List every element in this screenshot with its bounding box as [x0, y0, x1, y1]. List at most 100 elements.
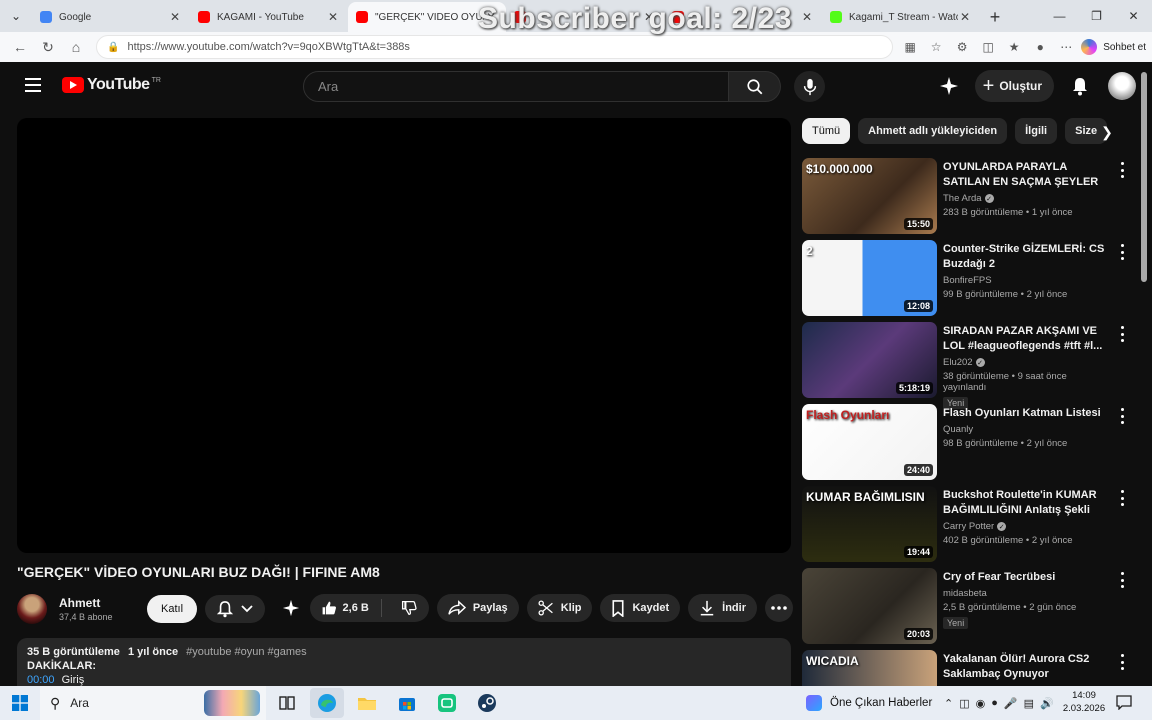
more-options-icon[interactable]: [1118, 572, 1126, 588]
notifications-icon[interactable]: [1116, 694, 1132, 710]
ask-sparkle-icon[interactable]: [280, 597, 302, 619]
split-screen-icon[interactable]: ◫: [977, 36, 999, 58]
recommended-video[interactable]: Flash Oyunları 24:40 Flash Oyunları Katman…: [802, 404, 1132, 486]
more-options-icon[interactable]: [1118, 490, 1126, 506]
create-button[interactable]: + Oluştur: [974, 70, 1054, 102]
microphone-tray-icon[interactable]: 🎤: [1004, 697, 1018, 710]
menu-icon[interactable]: [25, 78, 41, 92]
volume-icon[interactable]: 🔊: [1040, 697, 1054, 710]
recommended-title[interactable]: SIRADAN PAZAR AKŞAMI VE LOL #leagueofleg…: [943, 324, 1108, 354]
recommended-channel[interactable]: midasbeta: [943, 588, 987, 599]
video-thumbnail[interactable]: KUMAR BAĞIMLISIN 19:44: [802, 486, 937, 562]
recommended-title[interactable]: Buckshot Roulette'in KUMAR BAĞIMLILIĞINI…: [943, 488, 1108, 518]
browser-tab[interactable]: Kagami_T Stream - Watch ✕: [822, 2, 980, 32]
url-field[interactable]: 🔒 https://www.youtube.com/watch?v=9qoXBW…: [96, 35, 894, 59]
recommended-channel[interactable]: Elu202: [943, 357, 973, 368]
new-tab-button[interactable]: +: [980, 2, 1010, 32]
sparkle-icon[interactable]: [933, 70, 965, 102]
more-options-icon[interactable]: [1118, 326, 1126, 342]
file-explorer-icon[interactable]: [350, 688, 384, 718]
youtube-logo[interactable]: YouTube TR: [62, 76, 161, 94]
download-button[interactable]: İndir: [688, 594, 757, 622]
tray-app-icon[interactable]: ◫: [959, 697, 969, 710]
video-thumbnail[interactable]: 2 12:08: [802, 240, 937, 316]
extensions-icon[interactable]: ⚙: [951, 36, 973, 58]
more-options-icon[interactable]: [1118, 162, 1126, 178]
dislike-button[interactable]: [389, 600, 429, 616]
taskbar-search[interactable]: ⚲ Ara: [40, 686, 266, 720]
clip-button[interactable]: Klip: [526, 594, 593, 622]
recommended-title[interactable]: OYUNLARDA PARAYLA SATILAN EN SAÇMA ŞEYLE…: [943, 160, 1108, 190]
more-icon[interactable]: ⋯: [1055, 36, 1077, 58]
profile-icon[interactable]: ●: [1029, 36, 1051, 58]
recommended-channel[interactable]: The Arda: [943, 193, 982, 204]
network-icon[interactable]: ▤: [1024, 697, 1034, 710]
recommended-video[interactable]: 20:03 Cry of Fear Tecrübesi midasbeta 2,5 B…: [802, 568, 1132, 650]
recommended-channel[interactable]: Carry Potter: [943, 521, 994, 532]
recommended-channel[interactable]: BonfireFPS: [943, 275, 992, 286]
join-button[interactable]: Katıl: [147, 595, 198, 623]
filter-chip[interactable]: Ahmett adlı yükleyiciden: [858, 118, 1008, 144]
close-tab-icon[interactable]: ✕: [326, 10, 340, 24]
recommended-title[interactable]: Flash Oyunları Katman Listesi: [943, 406, 1108, 421]
favorite-star-icon[interactable]: ☆: [925, 36, 947, 58]
video-thumbnail[interactable]: 20:03: [802, 568, 937, 644]
copilot-button[interactable]: Sohbet et: [1081, 39, 1146, 55]
channel-avatar[interactable]: [17, 594, 47, 624]
task-view-icon[interactable]: [270, 688, 304, 718]
close-window-button[interactable]: ✕: [1115, 0, 1152, 32]
refresh-icon[interactable]: ↻: [34, 33, 62, 61]
steam-icon[interactable]: [470, 688, 504, 718]
minimize-button[interactable]: —: [1041, 0, 1078, 32]
account-avatar[interactable]: [1106, 70, 1138, 102]
close-tab-icon[interactable]: ✕: [958, 10, 972, 24]
recommended-title[interactable]: Cry of Fear Tecrübesi: [943, 570, 1108, 585]
maximize-button[interactable]: ❐: [1078, 0, 1115, 32]
video-thumbnail[interactable]: $10.000.000 15:50: [802, 158, 937, 234]
save-button[interactable]: Kaydet: [600, 594, 681, 622]
tab-actions-menu[interactable]: ⌄: [0, 0, 32, 32]
recommended-video[interactable]: WICADIA Yakalanan Ölür! Aurora CS2 Saklam…: [802, 650, 1132, 686]
search-button[interactable]: [729, 71, 781, 102]
notifications-bell-icon[interactable]: [1064, 70, 1096, 102]
channel-name[interactable]: Ahmett: [59, 596, 137, 610]
start-button[interactable]: [0, 686, 40, 720]
video-player[interactable]: [17, 118, 791, 553]
recommended-channel[interactable]: Quanly: [943, 424, 973, 435]
more-options-icon[interactable]: [1118, 654, 1126, 670]
close-tab-icon[interactable]: ✕: [168, 10, 182, 24]
like-button[interactable]: 2,6 B: [310, 599, 382, 617]
search-input[interactable]: Ara: [303, 71, 729, 102]
recommended-video[interactable]: 2 12:08 Counter-Strike GİZEMLERİ: CS Buzda…: [802, 240, 1132, 322]
system-clock[interactable]: 14:09 2.03.2026: [1062, 689, 1106, 715]
news-widget[interactable]: Öne Çıkan Haberler: [806, 686, 932, 720]
close-tab-icon[interactable]: ✕: [800, 10, 814, 24]
recommended-title[interactable]: Counter-Strike GİZEMLERİ: CS Buzdağı 2: [943, 242, 1108, 272]
more-options-icon[interactable]: [1118, 408, 1126, 424]
tray-app-icon-2[interactable]: ◉: [976, 697, 986, 710]
show-hidden-icons-icon[interactable]: ⌃: [944, 697, 953, 710]
recommended-video[interactable]: 5:18:19 SIRADAN PAZAR AKŞAMI VE LOL #leag…: [802, 322, 1132, 409]
video-description[interactable]: 35 B görüntüleme 1 yıl önce #youtube #oy…: [17, 638, 791, 686]
recommended-title[interactable]: Yakalanan Ölür! Aurora CS2 Saklambaç Oyn…: [943, 652, 1108, 682]
voice-search-button[interactable]: [794, 71, 825, 102]
share-button[interactable]: Paylaş: [436, 594, 519, 622]
recommended-video[interactable]: $10.000.000 15:50 OYUNLARDA PARAYLA SATILA…: [802, 158, 1132, 240]
back-icon[interactable]: ←: [6, 33, 34, 61]
more-actions-button[interactable]: [765, 594, 793, 622]
timestamp-link[interactable]: 00:00: [27, 674, 55, 686]
tray-app-icon-3[interactable]: ●: [991, 697, 998, 709]
microsoft-store-icon[interactable]: [390, 688, 424, 718]
subscription-notifications-button[interactable]: [205, 595, 266, 623]
hashtags[interactable]: #youtube #oyun #games: [186, 646, 306, 658]
apps-icon[interactable]: ▦: [899, 36, 921, 58]
game-app-icon[interactable]: [430, 688, 464, 718]
browser-tab[interactable]: Google ✕: [32, 2, 190, 32]
browser-tab[interactable]: KAGAMI - YouTube ✕: [190, 2, 348, 32]
video-thumbnail[interactable]: 5:18:19: [802, 322, 937, 398]
video-thumbnail[interactable]: WICADIA: [802, 650, 937, 686]
filter-chip[interactable]: Tümü: [802, 118, 851, 144]
more-options-icon[interactable]: [1118, 244, 1126, 260]
page-scrollbar[interactable]: [1141, 72, 1147, 282]
filter-chip[interactable]: İlgili: [1015, 118, 1058, 144]
